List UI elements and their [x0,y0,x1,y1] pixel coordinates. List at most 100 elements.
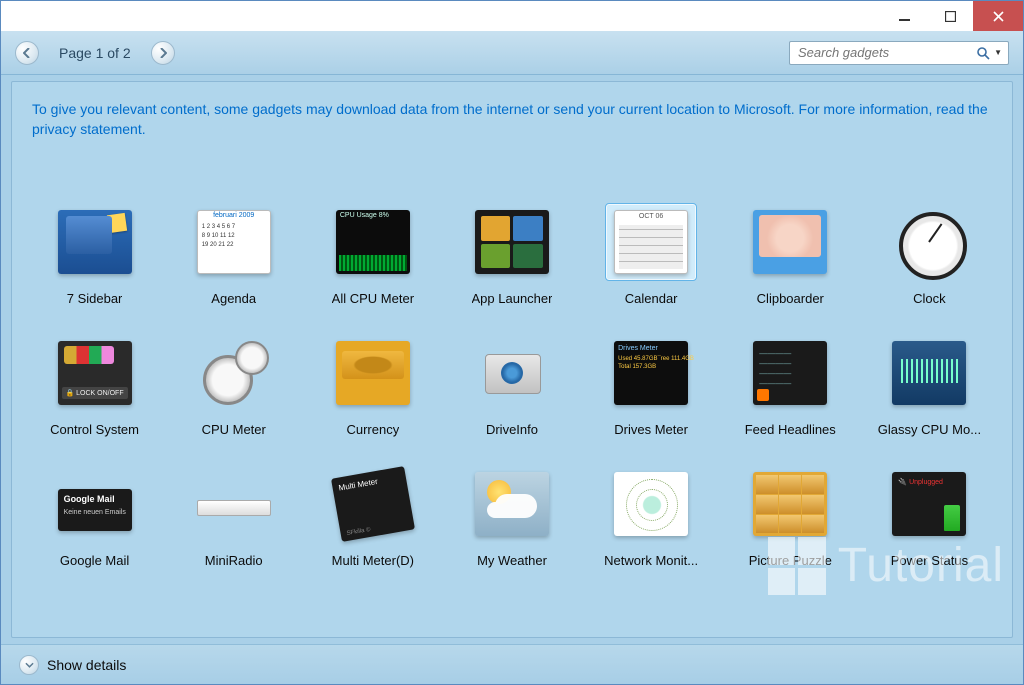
gadget-icon [188,203,280,281]
launcher-icon [475,210,549,274]
gadget-item-glassy[interactable]: Glassy CPU Mo... [865,334,994,437]
gmail-icon [58,489,132,531]
gadget-item-agenda[interactable]: Agenda [169,203,298,306]
gadget-label: Feed Headlines [745,422,836,437]
clipboard-icon [753,210,827,274]
maximize-button[interactable] [927,1,973,31]
gadget-label: Clock [913,291,946,306]
gadget-icon [883,203,975,281]
gadget-label: Network Monit... [604,553,698,568]
clock-icon [892,210,966,274]
gadget-item-feed[interactable]: Feed Headlines [726,334,855,437]
search-icon[interactable] [976,46,990,60]
chevron-left-icon [23,48,31,58]
prev-page-button[interactable] [15,41,39,65]
gadget-icon [49,203,141,281]
gadget-item-network[interactable]: Network Monit... [587,465,716,568]
gadget-icon [744,203,836,281]
gadget-grid: 7 Sidebar Agenda All CPU Meter App Launcher… [26,203,998,568]
gadget-item-control[interactable]: Control System [30,334,159,437]
gadget-item-puzzle[interactable]: Picture Puzzle [726,465,855,568]
gadget-item-radio[interactable]: MiniRadio [169,465,298,568]
gadget-label: DriveInfo [486,422,538,437]
gadget-icon [327,334,419,412]
gadget-item-drives[interactable]: Drives Meter [587,334,716,437]
show-details-label[interactable]: Show details [47,657,126,673]
chevron-down-icon [25,662,34,668]
close-button[interactable] [973,1,1023,31]
gadget-icon [466,203,558,281]
gadget-icon [49,334,141,412]
gadget-item-launcher[interactable]: App Launcher [447,203,576,306]
gadget-gallery-window: Page 1 of 2 ▼ To give you relevant conte… [0,0,1024,685]
calendar-icon [614,210,688,274]
drive-icon [475,341,549,405]
radio-icon [197,472,271,536]
network-icon [614,472,688,536]
gadget-icon [605,203,697,281]
chevron-right-icon [159,48,167,58]
gadget-label: CPU Meter [202,422,266,437]
gadget-item-clipboard[interactable]: Clipboarder [726,203,855,306]
power-icon [892,472,966,536]
gadget-label: Multi Meter(D) [332,553,414,568]
content-area: To give you relevant content, some gadge… [11,81,1013,638]
gadget-label: App Launcher [472,291,553,306]
minimize-button[interactable] [881,1,927,31]
feed-icon [753,341,827,405]
gadget-item-cpu2[interactable]: CPU Meter [169,334,298,437]
gadget-item-drive[interactable]: DriveInfo [447,334,576,437]
footer: Show details [1,644,1023,684]
gadget-icon [188,465,280,543]
drives-icon [614,341,688,405]
gadget-icon [466,465,558,543]
gadget-label: Picture Puzzle [749,553,832,568]
gadget-item-currency[interactable]: Currency [308,334,437,437]
gadget-item-gmail[interactable]: Google Mail [30,465,159,568]
search-input[interactable] [798,45,976,60]
gadget-icon [466,334,558,412]
gadget-icon [605,334,697,412]
agenda-icon [197,210,271,274]
gadget-icon [327,465,419,543]
maximize-icon [945,11,956,22]
gadget-icon [327,203,419,281]
gadget-label: My Weather [477,553,547,568]
gadget-item-calendar[interactable]: Calendar [587,203,716,306]
gadget-label: MiniRadio [205,553,263,568]
search-box[interactable]: ▼ [789,41,1009,65]
gadget-label: Google Mail [60,553,129,568]
glassy-icon [892,341,966,405]
page-indicator: Page 1 of 2 [47,45,143,61]
show-details-toggle[interactable] [19,655,39,675]
gadget-icon [883,465,975,543]
gadget-icon [744,465,836,543]
multimeter-icon [331,466,415,542]
gadget-icon [883,334,975,412]
gadget-item-multimeter[interactable]: Multi Meter(D) [308,465,437,568]
minimize-icon [899,11,910,22]
gadget-label: Agenda [211,291,256,306]
gadget-icon [605,465,697,543]
gadget-item-weather[interactable]: My Weather [447,465,576,568]
cpu2-icon [197,341,271,405]
gadget-item-sidebar[interactable]: 7 Sidebar [30,203,159,306]
search-options-dropdown[interactable]: ▼ [990,48,1004,57]
gadget-label: Control System [50,422,139,437]
privacy-notice[interactable]: To give you relevant content, some gadge… [26,100,998,147]
gadget-item-cpumeter[interactable]: All CPU Meter [308,203,437,306]
gadget-icon [744,334,836,412]
currency-icon [336,341,410,405]
gadget-label: 7 Sidebar [67,291,123,306]
weather-icon [475,472,549,536]
cpumeter-icon [336,210,410,274]
close-icon [993,11,1004,22]
next-page-button[interactable] [151,41,175,65]
gadget-item-clock[interactable]: Clock [865,203,994,306]
titlebar [1,1,1023,31]
gadget-icon [49,465,141,543]
gadget-label: Calendar [625,291,678,306]
control-icon [58,341,132,405]
gadget-label: All CPU Meter [332,291,414,306]
gadget-item-power[interactable]: Power Status [865,465,994,568]
